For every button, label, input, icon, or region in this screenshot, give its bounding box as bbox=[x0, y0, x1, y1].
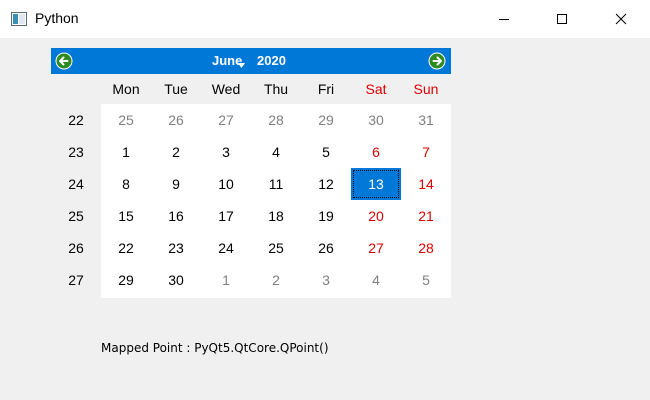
day-cell[interactable]: 4 bbox=[351, 264, 401, 296]
day-cell[interactable]: 29 bbox=[101, 264, 151, 296]
day-cell[interactable]: 30 bbox=[351, 104, 401, 136]
day-cell[interactable]: 27 bbox=[351, 232, 401, 264]
minimize-button[interactable] bbox=[475, 0, 533, 38]
day-cell[interactable]: 3 bbox=[201, 136, 251, 168]
window-title: Python bbox=[35, 10, 79, 26]
day-cell[interactable]: 28 bbox=[251, 104, 301, 136]
weekday-header: Mon bbox=[112, 81, 140, 97]
maximize-button[interactable] bbox=[533, 0, 591, 38]
close-icon bbox=[615, 13, 627, 25]
day-cell[interactable]: 5 bbox=[401, 264, 451, 296]
day-cell[interactable]: 3 bbox=[301, 264, 351, 296]
next-month-icon[interactable] bbox=[428, 52, 446, 70]
day-cell[interactable]: 10 bbox=[201, 168, 251, 200]
day-cell[interactable]: 23 bbox=[151, 232, 201, 264]
week-number: 22 bbox=[68, 112, 84, 128]
day-cell[interactable]: 15 bbox=[101, 200, 151, 232]
day-cell[interactable]: 9 bbox=[151, 168, 201, 200]
weekday-header: Thu bbox=[263, 81, 289, 97]
maximize-icon bbox=[557, 14, 567, 24]
chevron-down-icon bbox=[238, 63, 245, 68]
day-cell[interactable]: 20 bbox=[351, 200, 401, 232]
selected-day-cell[interactable]: 13 bbox=[351, 168, 401, 200]
day-cell[interactable]: 28 bbox=[401, 232, 451, 264]
year-selector[interactable]: 2020 bbox=[257, 53, 286, 68]
week-number: 24 bbox=[68, 176, 84, 192]
day-cell[interactable]: 2 bbox=[251, 264, 301, 296]
calendar-navigation-bar: June 2020 bbox=[51, 48, 451, 74]
day-cell[interactable]: 26 bbox=[151, 104, 201, 136]
day-cell[interactable]: 30 bbox=[151, 264, 201, 296]
day-cell[interactable]: 19 bbox=[301, 200, 351, 232]
app-icon bbox=[11, 12, 27, 26]
day-cell[interactable]: 16 bbox=[151, 200, 201, 232]
day-cell[interactable]: 12 bbox=[301, 168, 351, 200]
day-cell[interactable]: 17 bbox=[201, 200, 251, 232]
weekday-header: Sun bbox=[413, 81, 439, 97]
day-cell[interactable]: 7 bbox=[401, 136, 451, 168]
day-cell[interactable]: 25 bbox=[251, 232, 301, 264]
day-cell[interactable]: 21 bbox=[401, 200, 451, 232]
day-cell[interactable]: 14 bbox=[401, 168, 451, 200]
day-cell[interactable]: 22 bbox=[101, 232, 151, 264]
week-number: 27 bbox=[68, 272, 84, 288]
day-cell[interactable]: 5 bbox=[301, 136, 351, 168]
weekday-header: Wed bbox=[211, 81, 241, 97]
weekday-header: Sat bbox=[365, 81, 387, 97]
calendar-widget[interactable]: June 2020 Mon Tue Wed Thu Fri Sat Sun 22 25 26 27 2… bbox=[51, 48, 451, 298]
weekday-header: Fri bbox=[317, 81, 335, 97]
day-cell[interactable]: 27 bbox=[201, 104, 251, 136]
day-cell[interactable]: 24 bbox=[201, 232, 251, 264]
mapped-point-label: Mapped Point : PyQt5.QtCore.QPoint() bbox=[101, 341, 329, 355]
close-button[interactable] bbox=[592, 0, 650, 38]
day-cell[interactable]: 6 bbox=[351, 136, 401, 168]
day-cell[interactable]: 25 bbox=[101, 104, 151, 136]
minimize-icon bbox=[499, 19, 509, 20]
day-cell[interactable]: 29 bbox=[301, 104, 351, 136]
day-cell[interactable]: 1 bbox=[201, 264, 251, 296]
day-cell[interactable]: 8 bbox=[101, 168, 151, 200]
day-cell[interactable]: 1 bbox=[101, 136, 151, 168]
day-cell[interactable]: 31 bbox=[401, 104, 451, 136]
day-cell[interactable]: 2 bbox=[151, 136, 201, 168]
week-number: 26 bbox=[68, 240, 84, 256]
week-number: 25 bbox=[68, 208, 84, 224]
title-bar: Python bbox=[0, 0, 650, 38]
day-cell[interactable]: 26 bbox=[301, 232, 351, 264]
day-cell[interactable]: 11 bbox=[251, 168, 301, 200]
day-cell[interactable]: 4 bbox=[251, 136, 301, 168]
week-number: 23 bbox=[68, 144, 84, 160]
weekday-header: Tue bbox=[164, 81, 188, 97]
day-cell[interactable]: 18 bbox=[251, 200, 301, 232]
previous-month-icon[interactable] bbox=[55, 52, 73, 70]
